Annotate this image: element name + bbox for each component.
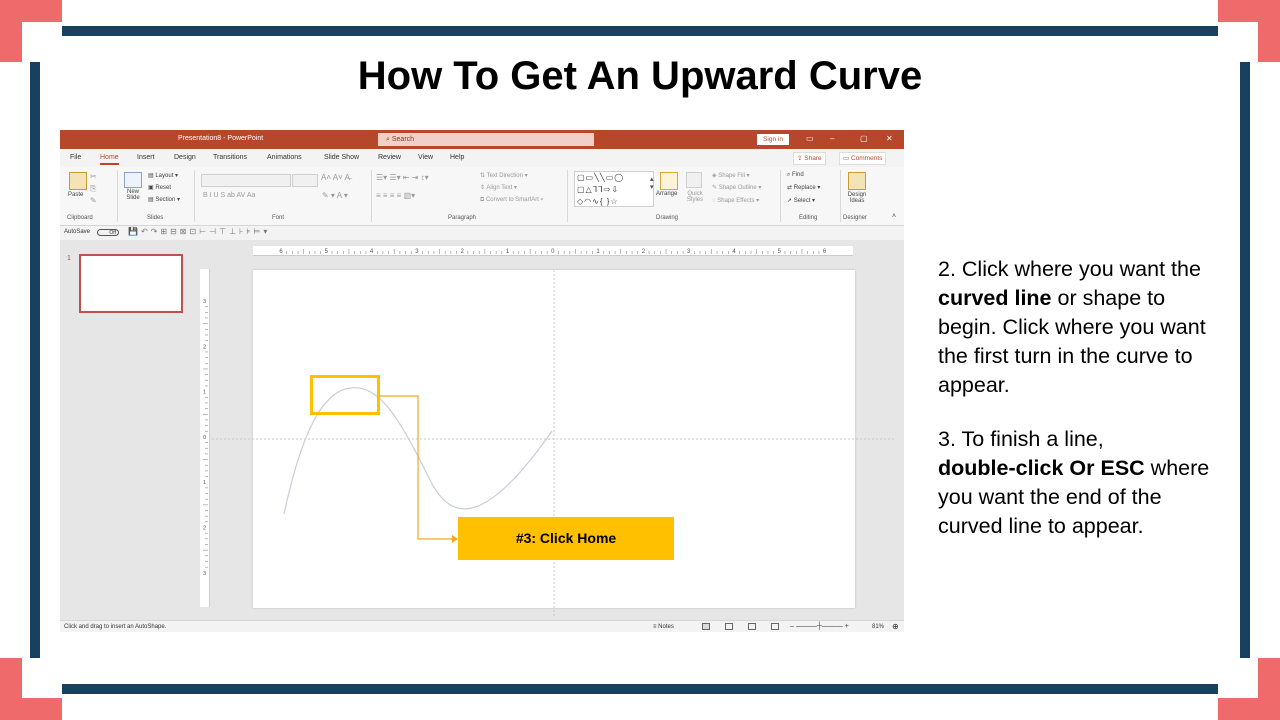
instruction-step-2: 2. Click where you want the curved line … (938, 255, 1218, 400)
instruction-text: 3. To finish a line, (938, 427, 1104, 451)
callout-label: #3: Click Home (458, 517, 674, 560)
instruction-bold: double-click Or ESC (938, 456, 1145, 480)
instructions: 2. Click where you want the curved line … (938, 255, 1218, 566)
instruction-text: 2. Click where you want the (938, 257, 1201, 281)
connector-arrow (380, 395, 452, 540)
instruction-bold: curved line (938, 286, 1052, 310)
instruction-step-3: 3. To finish a line, double-click Or ESC… (938, 425, 1218, 541)
